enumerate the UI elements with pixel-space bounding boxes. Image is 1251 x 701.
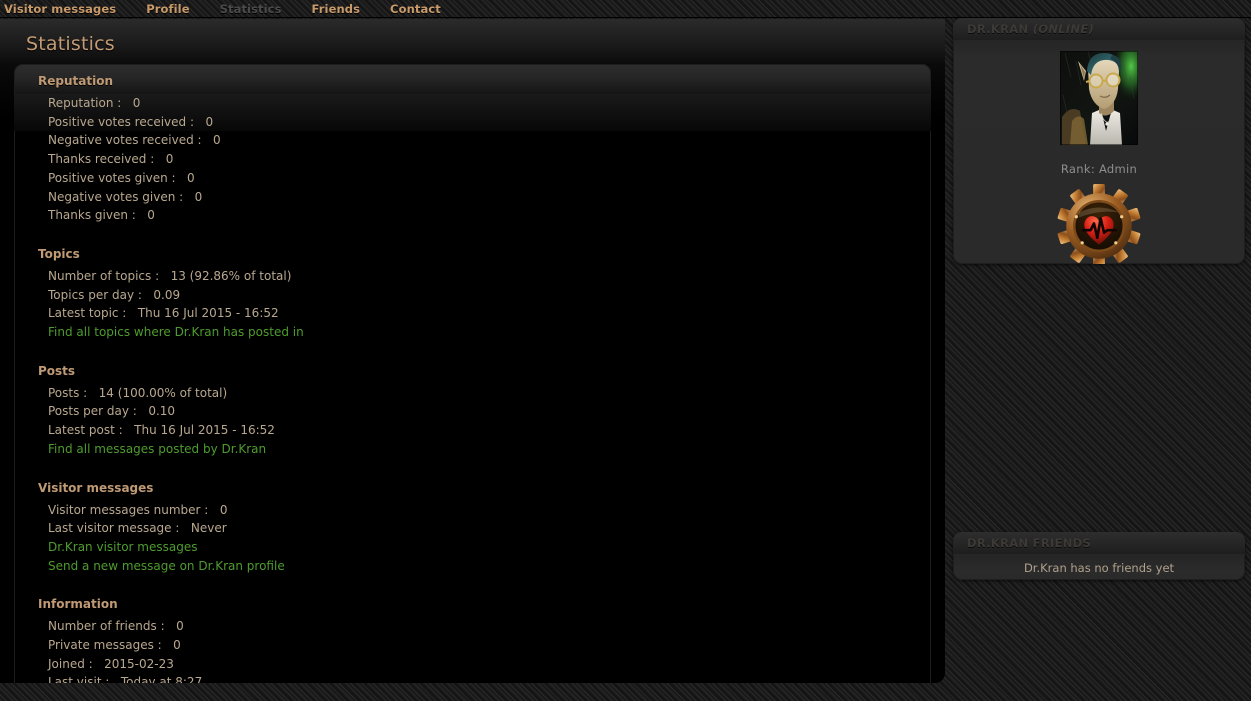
online-status: (ONLINE) (1032, 22, 1095, 36)
friends-panel: DR.KRAN FRIENDS Dr.Kran has no friends y… (953, 532, 1245, 580)
section-visitor-messages: Visitor messages Visitor messages number… (14, 481, 931, 576)
section-topics: Topics Number of topics : 13 (92.86% of … (14, 247, 931, 342)
stat-row: Reputation : 0 (14, 94, 931, 113)
send-new-message-link[interactable]: Send a new message on Dr.Kran profile (48, 559, 285, 573)
stat-label: Negative votes given : (48, 189, 184, 204)
stat-row: Latest post : Thu 16 Jul 2015 - 16:52 (14, 421, 931, 440)
nav-visitor-messages[interactable]: Visitor messages (4, 0, 116, 17)
rank-badge (1057, 184, 1141, 264)
stat-row: Joined : 2015-02-23 (14, 655, 931, 674)
stat-value: 0 (165, 638, 181, 653)
profile-panel-header: DR.KRAN (ONLINE) (953, 18, 1245, 40)
stat-value: 0 (179, 170, 195, 185)
stat-value: 13 (92.86% of total) (162, 268, 292, 283)
stat-label: Joined : (48, 656, 93, 671)
stat-label: Posts : (48, 385, 88, 400)
stat-value: 0 (197, 114, 214, 129)
profile-panel: DR.KRAN (ONLINE) Rank: Admin (953, 18, 1245, 264)
find-all-topics-link[interactable]: Find all topics where Dr.Kran has posted… (48, 325, 304, 339)
nav-profile[interactable]: Profile (146, 0, 189, 17)
stat-label: Last visitor message : (48, 521, 180, 536)
visitor-messages-link[interactable]: Dr.Kran visitor messages (48, 540, 197, 554)
profile-username: DR.KRAN (ONLINE) (967, 22, 1095, 36)
section-title-topics: Topics (38, 246, 80, 261)
stat-value: 2015-02-23 (96, 656, 174, 671)
gear-heart-badge-icon (1057, 184, 1141, 264)
stat-row: Number of friends : 0 (14, 617, 931, 636)
stat-value: 0 (205, 133, 221, 148)
stat-label: Thanks given : (48, 208, 136, 223)
stat-label: Thanks received : (48, 152, 155, 167)
stat-row-link[interactable]: Find all messages posted by Dr.Kran (14, 440, 931, 459)
stat-label: Number of friends : (48, 619, 165, 634)
stat-value: 0 (158, 152, 174, 167)
stat-label: Number of topics : (48, 268, 160, 283)
statistics-panel: Reputation Reputation : 0 Positive votes… (14, 64, 931, 701)
stat-value: Thu 16 Jul 2015 - 16:52 (130, 306, 279, 321)
stat-row: Visitor messages number : 0 (14, 501, 931, 520)
stat-value: 0 (187, 189, 203, 204)
page-title: Statistics (26, 33, 115, 55)
stat-label: Posts per day : (48, 404, 137, 419)
stat-label: Negative votes received : (48, 133, 202, 148)
stat-row: Number of topics : 13 (92.86% of total) (14, 267, 931, 286)
stat-row-link[interactable]: Find all topics where Dr.Kran has posted… (14, 323, 931, 342)
rank-label: Rank: Admin (1060, 162, 1138, 176)
stat-row: Posts : 14 (100.00% of total) (14, 384, 931, 403)
section-information: Information Number of friends : 0 Privat… (14, 597, 931, 692)
stat-label: Topics per day : (48, 287, 142, 302)
stat-label: Positive votes received : (48, 114, 194, 129)
stat-label: Private messages : (48, 638, 162, 653)
right-sidebar: DR.KRAN (ONLINE) Rank: Admin DR.KRAN FRI… (945, 0, 1251, 701)
friends-panel-title: DR.KRAN FRIENDS (967, 536, 1092, 550)
section-title-visitor-messages: Visitor messages (38, 480, 154, 495)
stat-row: Posts per day : 0.10 (14, 402, 931, 421)
avatar (1060, 51, 1138, 145)
page-root: Visitor messages Profile Statistics Frie… (0, 0, 1251, 701)
friends-empty-message: Dr.Kran has no friends yet (1023, 561, 1175, 575)
bottom-strip (0, 683, 945, 701)
stat-value: 0.09 (145, 287, 181, 302)
reputation-rows: Reputation : 0 Positive votes received :… (14, 94, 931, 132)
stat-row: Negative votes given : 0 (14, 188, 931, 207)
section-title-reputation: Reputation (38, 74, 113, 88)
stat-label: Positive votes given : (48, 170, 176, 185)
stat-label: Reputation : (48, 96, 122, 110)
stat-label: Visitor messages number : (48, 502, 209, 517)
stat-label: Latest topic : (48, 306, 127, 321)
stat-row: Thanks received : 0 (14, 150, 931, 169)
stat-row-link[interactable]: Send a new message on Dr.Kran profile (14, 557, 931, 576)
nav-statistics[interactable]: Statistics (220, 0, 282, 17)
stat-row: Positive votes given : 0 (14, 169, 931, 188)
stat-value: 0.10 (140, 404, 176, 419)
stat-value: 14 (100.00% of total) (91, 385, 228, 400)
stat-value: 0 (125, 96, 141, 110)
nav-contact[interactable]: Contact (390, 0, 441, 17)
stat-row: Thanks given : 0 (14, 206, 931, 225)
stat-value: Never (183, 521, 227, 536)
friends-panel-header: DR.KRAN FRIENDS (953, 532, 1245, 554)
stat-row: Negative votes received : 0 (14, 131, 931, 150)
section-title-information: Information (38, 597, 118, 612)
section-posts: Posts Posts : 14 (100.00% of total) Post… (14, 364, 931, 459)
stat-row: Topics per day : 0.09 (14, 286, 931, 305)
stat-value: Thu 16 Jul 2015 - 16:52 (126, 423, 275, 438)
find-all-messages-link[interactable]: Find all messages posted by Dr.Kran (48, 442, 266, 456)
stat-row: Positive votes received : 0 (14, 113, 931, 132)
section-reputation: Reputation Reputation : 0 Positive votes… (14, 74, 931, 225)
stat-row: Latest topic : Thu 16 Jul 2015 - 16:52 (14, 304, 931, 323)
stat-value: 0 (212, 502, 228, 517)
main-content-column: Statistics Reputation Reputation : 0 Pos… (0, 19, 945, 701)
stat-value: 0 (168, 619, 184, 634)
stat-label: Latest post : (48, 423, 123, 438)
nav-friends[interactable]: Friends (312, 0, 361, 17)
stat-row: Last visitor message : Never (14, 519, 931, 538)
avatar-image (1060, 51, 1138, 145)
section-title-posts: Posts (38, 363, 76, 378)
stat-value: 0 (139, 208, 155, 223)
stat-row-link[interactable]: Dr.Kran visitor messages (14, 538, 931, 557)
stat-row: Private messages : 0 (14, 636, 931, 655)
